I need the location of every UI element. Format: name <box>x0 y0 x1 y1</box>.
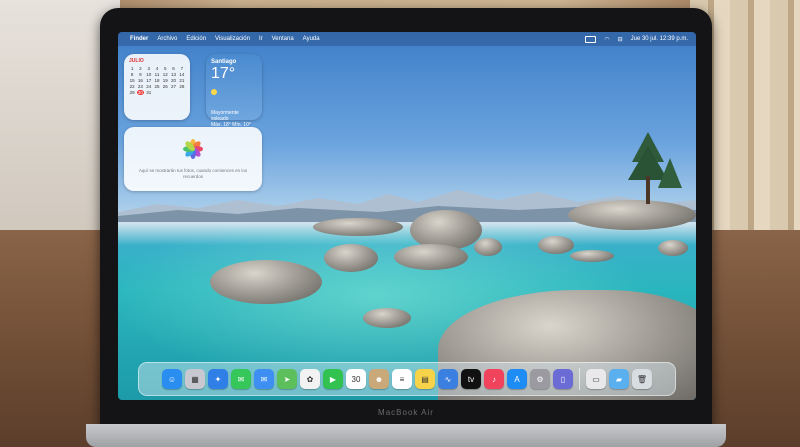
calendar-day: 29 <box>129 90 135 95</box>
dock-appstore-icon[interactable]: A <box>507 369 527 389</box>
dock-iphone-mirroring-icon[interactable]: ▯ <box>553 369 573 389</box>
calendar-day: 16 <box>137 78 143 83</box>
dock-contacts-icon[interactable]: ☻ <box>369 369 389 389</box>
calendar-day: 27 <box>171 84 177 89</box>
dock-separator <box>579 368 580 390</box>
calendar-day: 13 <box>171 72 177 77</box>
dock-photos-icon[interactable]: ✿ <box>300 369 320 389</box>
control-center-icon[interactable]: ⊟ <box>618 36 623 43</box>
wifi-icon[interactable]: ◠ <box>604 36 609 43</box>
calendar-day: 1 <box>130 66 134 71</box>
wallpaper-rock <box>538 236 574 254</box>
wallpaper-rock <box>658 240 688 256</box>
calendar-grid: 1 2 3 4 5 6 7 8 9 10 11 12 13 14 15 16 17 18 19 20 21 22 23 24 2… <box>129 66 185 95</box>
dock-messages-icon[interactable]: ✉ <box>231 369 251 389</box>
calendar-day: 18 <box>154 78 160 83</box>
dock-reminders-icon[interactable]: ≡ <box>392 369 412 389</box>
laptop-hinge <box>86 424 726 447</box>
weather-widget[interactable]: Santiago 17° Mayormente soleado Máx. 18°… <box>206 54 262 128</box>
wallpaper-rock <box>313 218 403 236</box>
calendar-day: 14 <box>179 72 185 77</box>
calendar-day: 6 <box>172 66 175 71</box>
dock-notes-icon[interactable]: ▤ <box>415 369 435 389</box>
calendar-day: 21 <box>179 78 185 83</box>
calendar-day: 24 <box>146 84 152 89</box>
wallpaper-rock <box>363 308 411 328</box>
dock-facetime-icon[interactable]: ▶ <box>323 369 343 389</box>
dock-preview-icon[interactable]: ▭ <box>586 369 606 389</box>
calendar-day: 23 <box>137 84 143 89</box>
dock-mail-icon[interactable]: ✉ <box>254 369 274 389</box>
wallpaper-rock <box>210 260 322 304</box>
photos-widget-message: Aquí se mostrarán tus fotos, cuando comi… <box>138 168 248 179</box>
calendar-day: 8 <box>130 72 134 77</box>
calendar-day: 3 <box>147 66 150 71</box>
calendar-day: 15 <box>129 78 135 83</box>
sun-icon <box>211 89 217 95</box>
dock: ☺ ▦ ✦ ✉ ✉ ➤ ✿ ▶ 30 ☻ ≡ ▤ ∿ tv ♪ A ⚙ ▯ ▭ ▰ 🗑 <box>138 362 676 396</box>
screen: Finder Archivo Edición Visualización Ir … <box>118 32 696 400</box>
dock-appletv-icon[interactable]: tv <box>461 369 481 389</box>
calendar-day: 2 <box>139 66 142 71</box>
calendar-day: 10 <box>146 72 152 77</box>
calendar-day: 20 <box>171 78 177 83</box>
dock-safari-icon[interactable]: ✦ <box>208 369 228 389</box>
menu-ventana[interactable]: Ventana <box>272 36 294 42</box>
menu-visualizacion[interactable]: Visualización <box>215 36 250 42</box>
dock-maps-icon[interactable]: ➤ <box>277 369 297 389</box>
dock-settings-icon[interactable]: ⚙ <box>530 369 550 389</box>
calendar-day: 11 <box>154 72 160 77</box>
calendar-day: 26 <box>162 84 168 89</box>
calendar-month: JULIO <box>129 58 144 64</box>
wallpaper-rock <box>324 244 378 272</box>
battery-icon[interactable] <box>585 35 597 43</box>
calendar-day: 17 <box>146 78 152 83</box>
wallpaper-rock <box>394 244 468 270</box>
photos-widget[interactable]: Aquí se mostrarán tus fotos, cuando comi… <box>124 127 262 191</box>
dock-freeform-icon[interactable]: ∿ <box>438 369 458 389</box>
menu-edicion[interactable]: Edición <box>186 36 206 42</box>
calendar-day: 5 <box>164 66 167 71</box>
calendar-day: 28 <box>179 84 185 89</box>
calendar-day: 19 <box>162 78 168 83</box>
photos-icon <box>183 139 203 159</box>
dock-calendar-icon[interactable]: 30 <box>346 369 366 389</box>
calendar-widget[interactable]: JULIO 1 2 3 4 5 6 7 8 9 10 11 12 13 14 15 16 17 18 19 20 21 2… <box>124 54 190 120</box>
calendar-day: 30 <box>137 90 144 95</box>
wallpaper-rock <box>570 250 614 262</box>
dock-downloads-folder-icon[interactable]: ▰ <box>609 369 629 389</box>
weather-temperature: 17° <box>211 65 236 82</box>
wallpaper-rock <box>474 238 502 256</box>
menubar-clock[interactable]: Jue 30 jul. 12:39 p.m. <box>631 36 688 42</box>
calendar-day: 9 <box>139 72 142 77</box>
calendar-day: 22 <box>129 84 135 89</box>
wallpaper-tree <box>628 132 682 204</box>
calendar-day: 12 <box>162 72 168 77</box>
calendar-day: 25 <box>154 84 160 89</box>
calendar-day: 31 <box>146 90 152 95</box>
calendar-day: 4 <box>155 66 159 71</box>
calendar-day: 7 <box>180 66 184 71</box>
menu-ir[interactable]: Ir <box>259 36 263 42</box>
dock-launchpad-icon[interactable]: ▦ <box>185 369 205 389</box>
menu-ayuda[interactable]: Ayuda <box>303 36 320 42</box>
menu-finder[interactable]: Finder <box>130 36 148 42</box>
weather-condition: Mayormente soleado <box>211 110 239 122</box>
dock-trash-icon[interactable]: 🗑 <box>632 369 652 389</box>
menu-archivo[interactable]: Archivo <box>157 36 177 42</box>
dock-music-icon[interactable]: ♪ <box>484 369 504 389</box>
wallpaper-rock <box>568 200 696 230</box>
menu-bar: Finder Archivo Edición Visualización Ir … <box>118 32 696 46</box>
dock-finder-icon[interactable]: ☺ <box>162 369 182 389</box>
laptop-brand-label: MacBook Air <box>378 408 434 417</box>
